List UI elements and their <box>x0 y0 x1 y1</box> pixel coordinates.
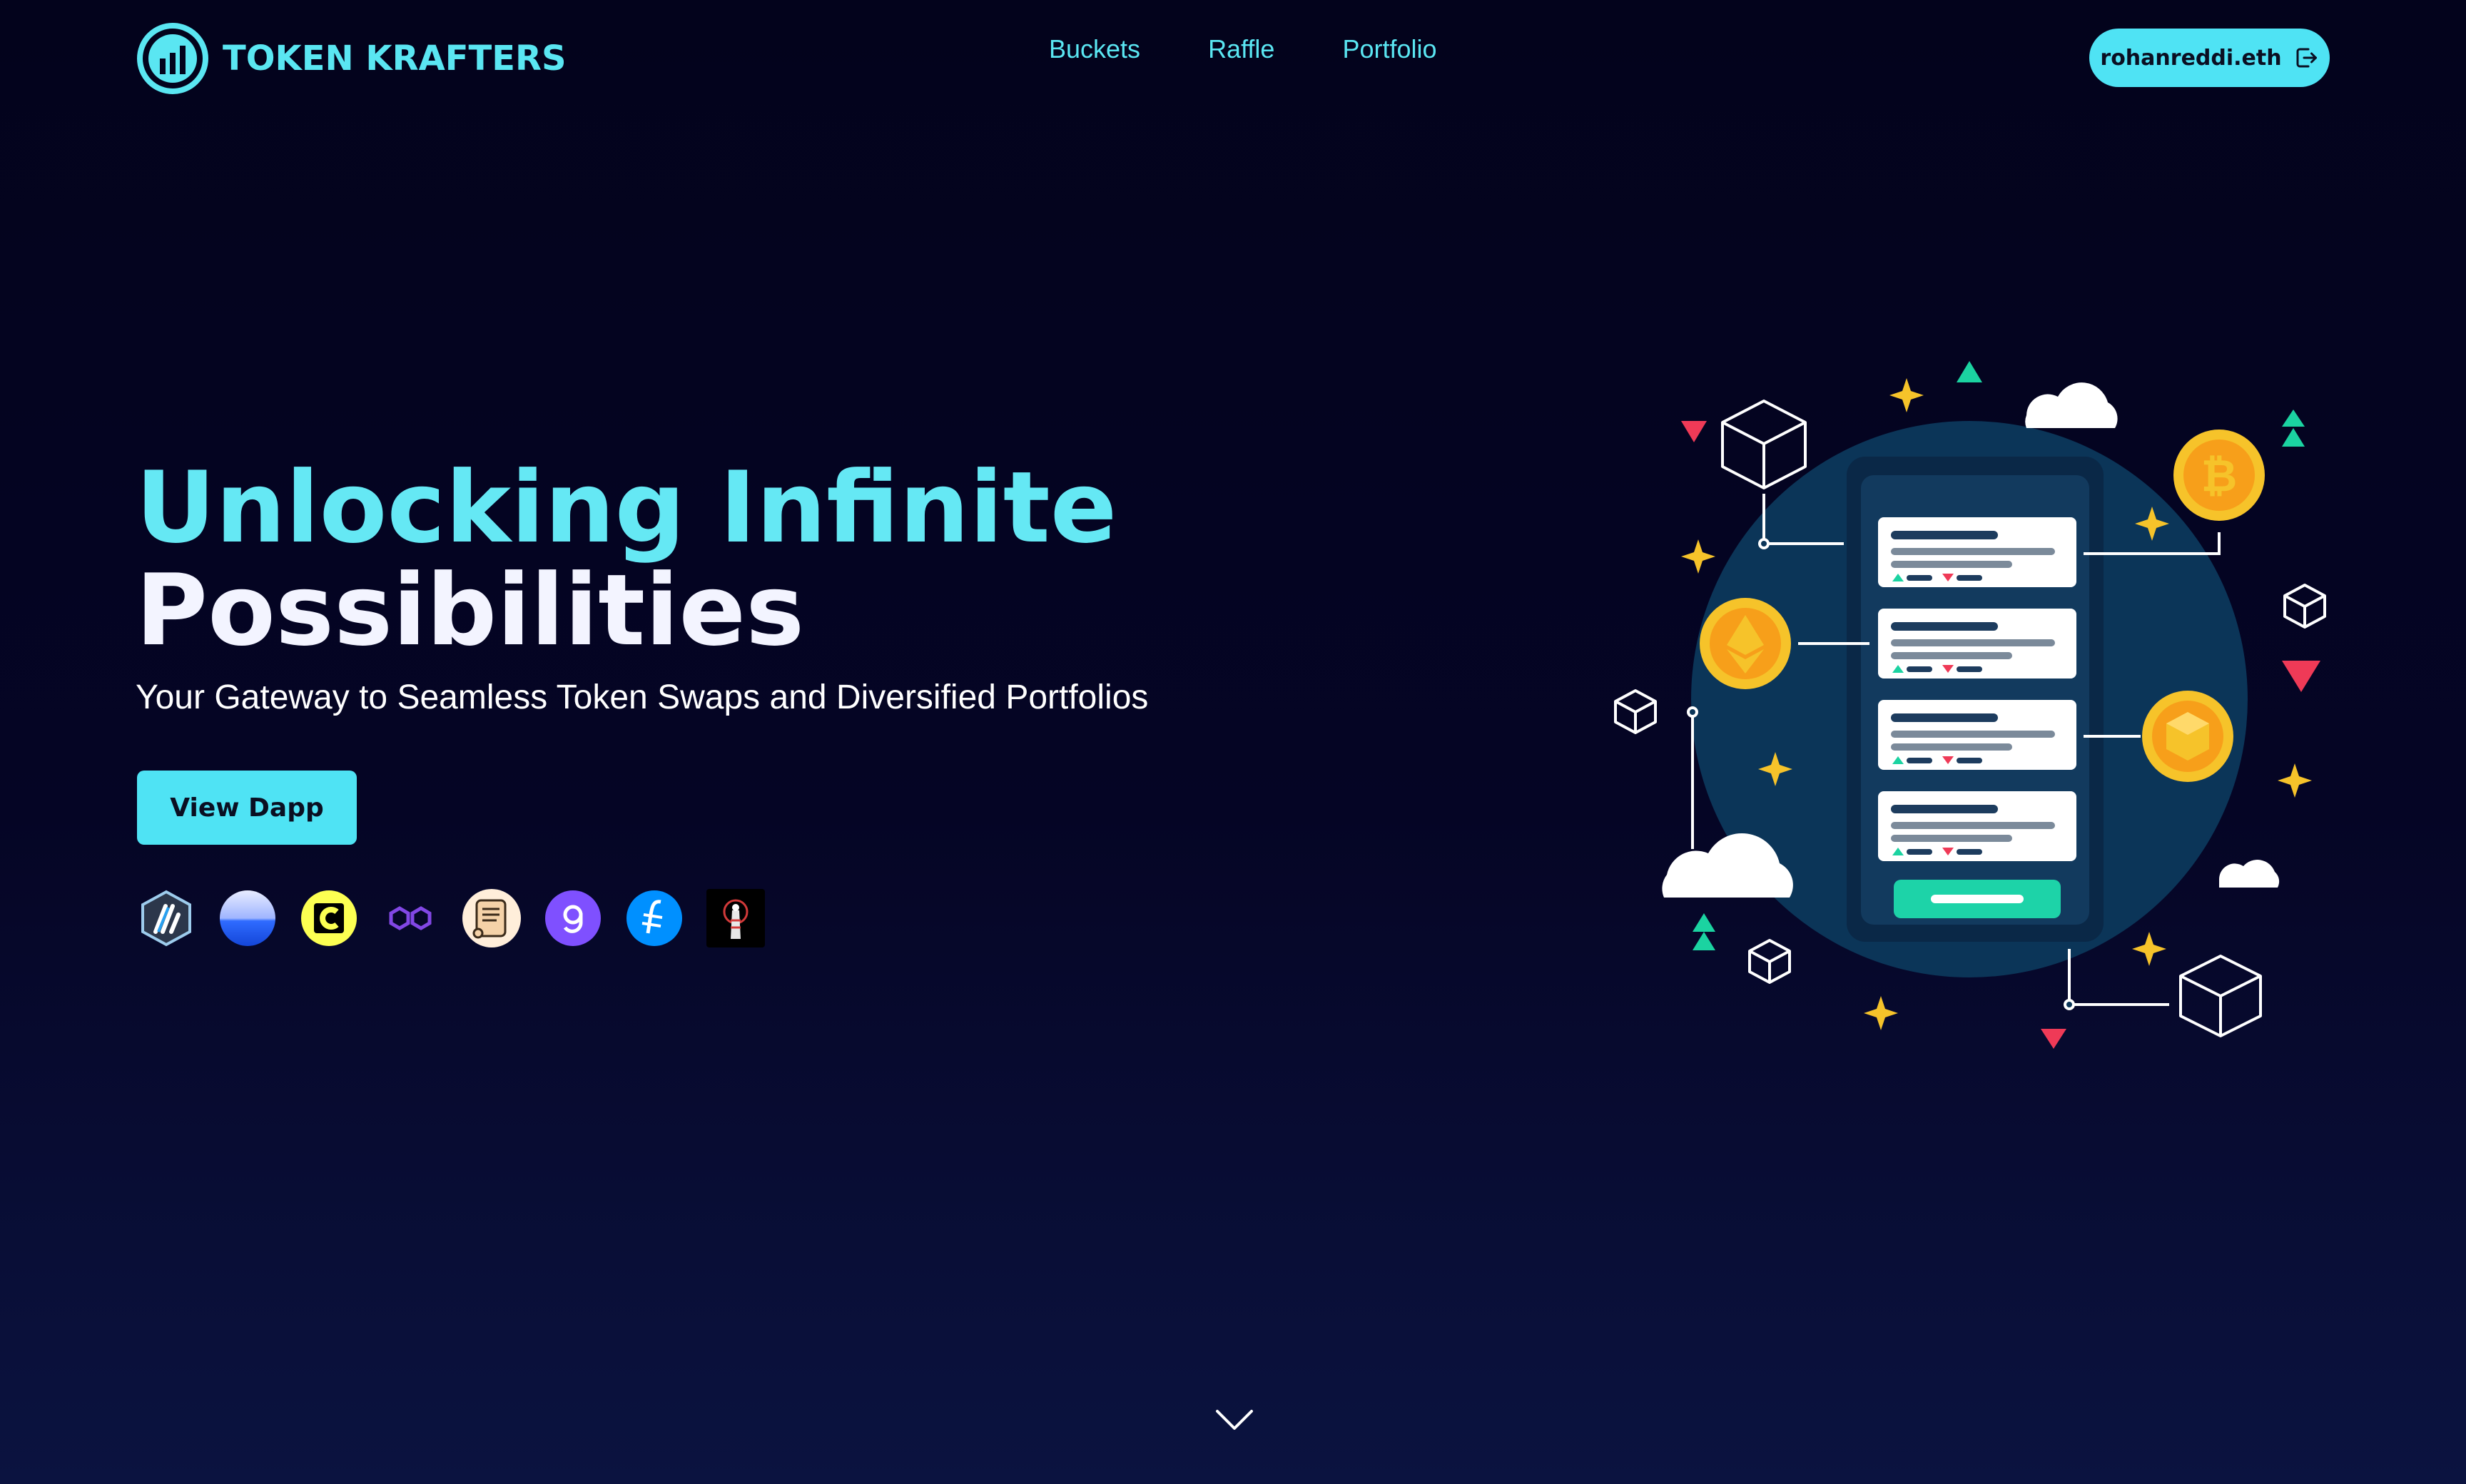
nav-item-portfolio[interactable]: Portfolio <box>1342 34 1436 64</box>
cube-icon <box>1614 689 1657 734</box>
cube-icon <box>1721 400 1807 489</box>
brand-name: TOKEN KRAFTERS <box>223 39 567 78</box>
token-swap-illustration: ₿ <box>1614 361 2326 1049</box>
polygon-icon[interactable] <box>381 889 440 947</box>
cube-icon <box>2283 584 2326 629</box>
filecoin-icon[interactable] <box>625 889 684 947</box>
svg-text:₿: ₿ <box>2201 449 2238 502</box>
main-nav: Buckets Raffle Portfolio <box>1049 34 1437 64</box>
view-dapp-label: View Dapp <box>170 793 324 823</box>
hero-title-line2: Possibilities <box>136 553 805 668</box>
hero-subtitle: Your Gateway to Seamless Token Swaps and… <box>136 679 1149 716</box>
scroll-icon[interactable] <box>462 889 521 947</box>
gnosis-icon[interactable] <box>544 889 602 947</box>
ethereum-coin-icon <box>1700 598 1791 689</box>
arbitrum-icon[interactable] <box>137 889 196 947</box>
wallet-button[interactable]: rohanreddi.eth <box>2089 29 2330 87</box>
chevron-down-icon[interactable] <box>1213 1406 1256 1434</box>
cube-icon <box>2179 955 2262 1037</box>
hero-title: Unlocking Infinite Possibilities <box>136 457 1117 662</box>
celo-icon[interactable] <box>300 889 358 947</box>
cube-icon <box>1748 939 1791 984</box>
mantle-icon[interactable] <box>706 889 765 947</box>
cube-coin-icon <box>2142 691 2233 782</box>
supported-chains <box>137 889 765 947</box>
chart-logo-icon <box>137 23 208 94</box>
hero-title-line1: Unlocking Infinite <box>136 450 1117 565</box>
nav-item-raffle[interactable]: Raffle <box>1208 34 1274 64</box>
nav-item-buckets[interactable]: Buckets <box>1049 34 1140 64</box>
optimism-icon[interactable] <box>218 889 277 947</box>
logout-icon <box>2296 48 2317 68</box>
view-dapp-button[interactable]: View Dapp <box>137 771 357 845</box>
swap-cards <box>1878 517 2076 918</box>
bitcoin-coin-icon: ₿ <box>2173 430 2265 521</box>
wallet-address: rohanreddi.eth <box>2100 45 2282 71</box>
brand-logo[interactable]: TOKEN KRAFTERS <box>136 21 567 96</box>
